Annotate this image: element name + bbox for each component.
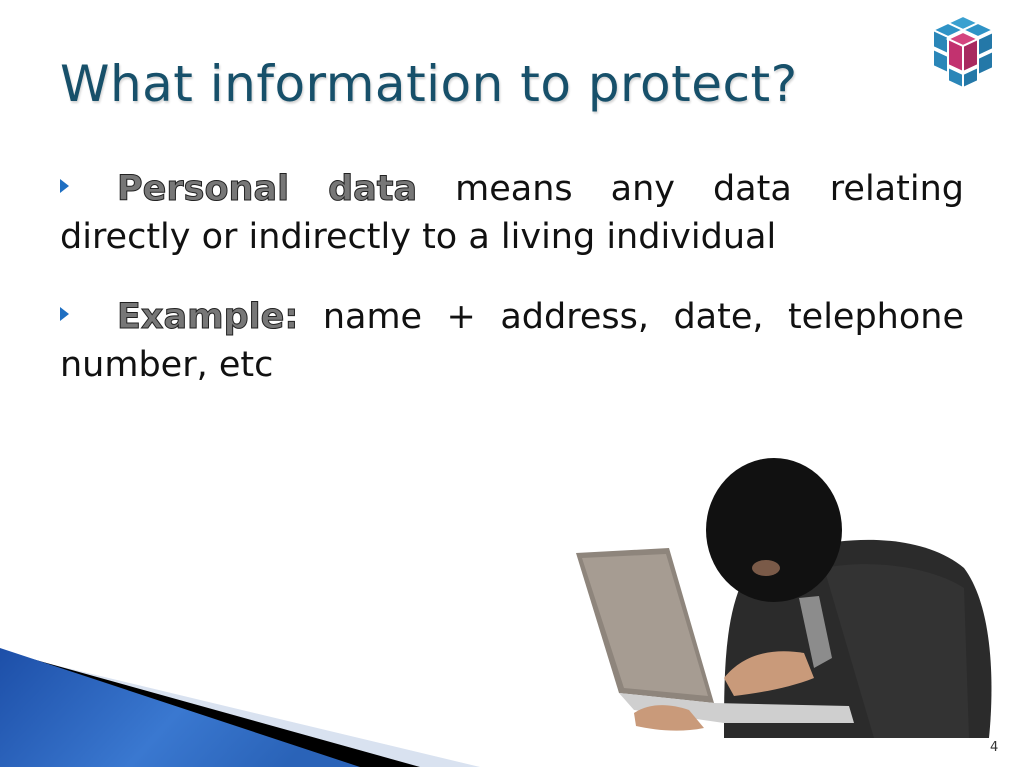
- bullet-lead: Personal data: [116, 169, 418, 210]
- masked-hacker-image: [576, 458, 992, 738]
- bullet-lead: Example:: [116, 297, 299, 338]
- page-number: 4: [990, 740, 999, 755]
- slide-title: What information to protect?: [60, 55, 798, 113]
- bullet-list: Personal data means any data relating di…: [60, 165, 964, 421]
- bullet-arrow-icon: [60, 179, 69, 193]
- decorative-swoosh: [0, 648, 480, 767]
- bullet-item: Personal data means any data relating di…: [60, 165, 964, 261]
- bullet-arrow-icon: [60, 307, 69, 321]
- slide: What information to protect? Personal da…: [0, 0, 1024, 767]
- bullet-item: Example: name + address, date, telephone…: [60, 293, 964, 389]
- cube-logo-icon: [930, 14, 996, 90]
